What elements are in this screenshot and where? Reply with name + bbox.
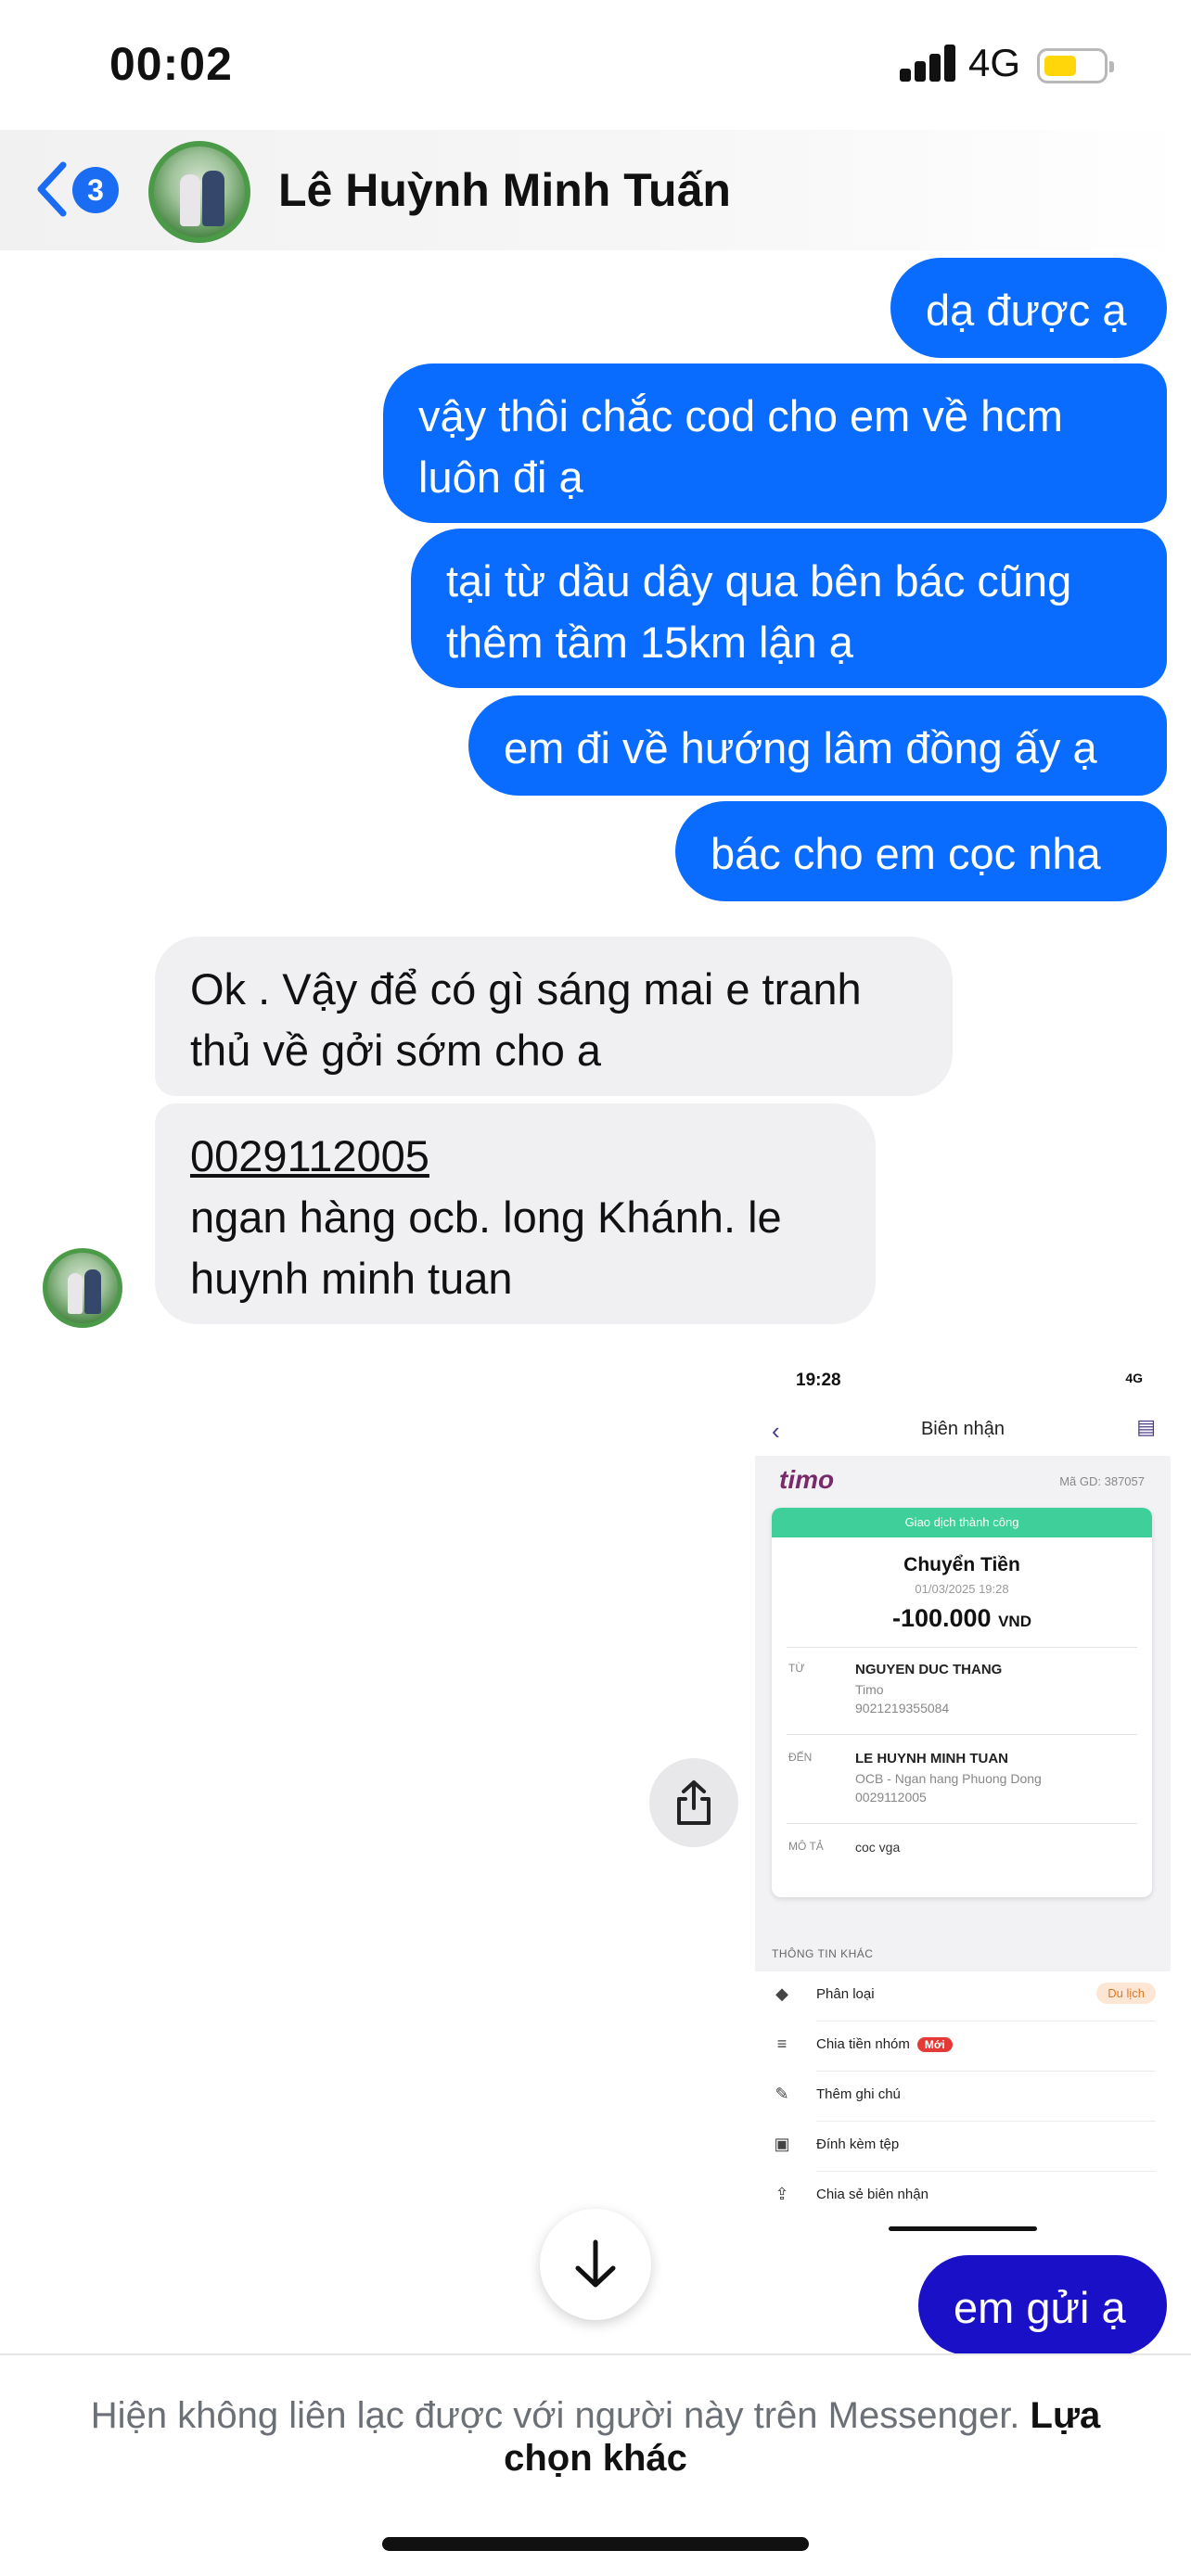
message-bubble-outgoing[interactable]: tại từ dầu dây qua bên bác cũng thêm tầm… (411, 529, 1167, 688)
battery-icon (1037, 48, 1114, 83)
success-banner: Giao dịch thành công (772, 1508, 1152, 1537)
message-bubble-outgoing[interactable]: em đi về hướng lâm đồng ấy ạ (468, 695, 1167, 796)
receipt-option-note: ✎ Thêm ghi chú (755, 2072, 1171, 2122)
pencil-icon: ✎ (775, 2085, 789, 2103)
divider (787, 1734, 1137, 1735)
share-icon (677, 1780, 711, 1825)
desc-label: MÔ TẢ (788, 1840, 824, 1853)
arrow-down-icon (575, 2239, 616, 2288)
divider (787, 1647, 1137, 1648)
transfer-date: 01/03/2025 19:28 (915, 1582, 1009, 1596)
unread-count-badge: 3 (72, 167, 119, 213)
amount-currency: VND (998, 1613, 1031, 1630)
other-info-heading: THÔNG TIN KHÁC (772, 1947, 874, 1960)
option-label: Đính kèm tệp (816, 2136, 900, 2152)
desc-value: coc vga (855, 1840, 901, 1855)
option-label: Phân loại (816, 1986, 875, 2002)
option-label: Chia sẻ biên nhận (816, 2187, 928, 2202)
status-bar: 00:02 4G (0, 0, 1191, 139)
from-bank: Timo (855, 1682, 884, 1697)
message-bubble-outgoing[interactable]: dạ được ạ (890, 258, 1167, 358)
receipt-status-icons: 4G (1125, 1371, 1143, 1385)
scroll-to-bottom-button[interactable] (540, 2209, 651, 2320)
receipt-option-category: ◆ Phân loại Du lịch (755, 1971, 1171, 2021)
receipt-body: timo Mã GD: 387057 Giao dịch thành công … (755, 1456, 1171, 2244)
amount-value: -100.000 (891, 1604, 992, 1632)
message-text: ngan hàng ocb. long Khánh. le huynh minh… (190, 1192, 782, 1303)
footer-notice: Hiện không liên lạc được với người này t… (56, 2394, 1135, 2480)
receipt-options-list: ◆ Phân loại Du lịch ≡ Chia tiền nhóm Mới … (755, 1971, 1171, 2244)
new-badge: Mới (916, 2037, 953, 2052)
receipt-option-split: ≡ Chia tiền nhóm Mới (755, 2021, 1171, 2072)
receipt-option-share: ⇪ Chia sẻ biên nhận (755, 2172, 1171, 2222)
account-number-link[interactable]: 0029112005 (190, 1131, 429, 1180)
from-label: TỪ (788, 1662, 805, 1675)
message-bubble-outgoing[interactable]: bác cho em cọc nha (675, 801, 1167, 901)
option-label: Chia tiền nhóm Mới (816, 2036, 953, 2052)
folder-icon: ▣ (774, 2135, 790, 2153)
back-button[interactable]: 3 (33, 158, 126, 223)
to-label: ĐẾN (788, 1751, 813, 1764)
network-label: 4G (968, 41, 1021, 84)
share-icon: ⇪ (775, 2185, 789, 2203)
message-bubble-incoming[interactable]: 0029112005 ngan hàng ocb. long Khánh. le… (155, 1103, 876, 1324)
category-tag: Du lịch (1096, 1983, 1156, 2004)
from-name: NGUYEN DUC THANG (855, 1662, 1003, 1677)
receipt-chat-icon: ▤ (1136, 1415, 1156, 1438)
receipt-title: Biên nhận (920, 1419, 1005, 1439)
transaction-code: Mã GD: 387057 (1059, 1474, 1145, 1488)
message-bubble-outgoing[interactable]: vậy thôi chắc cod cho em về hcm luôn đi … (383, 363, 1167, 523)
option-text: Chia tiền nhóm (816, 2036, 910, 2052)
contact-name[interactable]: Lê Huỳnh Minh Tuấn (278, 163, 731, 217)
message-bubble-incoming[interactable]: Ok . Vậy để có gì sáng mai e tranh thủ v… (155, 937, 953, 1096)
list-icon: ≡ (776, 2034, 788, 2053)
home-indicator (382, 2537, 809, 2551)
receipt-card: Giao dịch thành công Chuyển Tiền 01/03/2… (772, 1508, 1152, 1897)
timo-logo: timo (779, 1465, 835, 1494)
status-time: 00:02 (109, 38, 233, 90)
to-name: LE HUYNH MINH TUAN (855, 1751, 1008, 1766)
chat-header: 3 Lê Huỳnh Minh Tuấn (0, 130, 1191, 250)
sender-avatar[interactable] (43, 1248, 122, 1328)
transfer-amount: -100.000 VND (772, 1604, 1152, 1633)
notice-text: Hiện không liên lạc được với người này t… (90, 2395, 1020, 2436)
option-label: Thêm ghi chú (816, 2086, 901, 2102)
signal-icon (900, 45, 957, 82)
message-bubble-outgoing[interactable]: em gửi ạ (918, 2255, 1167, 2355)
receipt-home-indicator (889, 2226, 1037, 2231)
receipt-topbar: ‹ Biên nhận ▤ (755, 1404, 1171, 1456)
divider (787, 1823, 1137, 1824)
from-account: 9021219355084 (855, 1701, 950, 1715)
receipt-image[interactable]: 19:28 4G ‹ Biên nhận ▤ timo Mã GD: 38705… (755, 1348, 1171, 2244)
contact-avatar[interactable] (148, 141, 250, 243)
share-button[interactable] (649, 1758, 738, 1847)
receipt-option-attach: ▣ Đính kèm tệp (755, 2122, 1171, 2172)
transfer-kind: Chuyển Tiền (903, 1554, 1020, 1575)
chevron-left-icon (37, 161, 67, 217)
tag-icon: ◆ (775, 1984, 788, 2003)
receipt-status-time: 19:28 (796, 1371, 841, 1390)
to-bank: OCB - Ngan hang Phuong Dong (855, 1771, 1042, 1786)
to-account: 0029112005 (855, 1790, 927, 1804)
